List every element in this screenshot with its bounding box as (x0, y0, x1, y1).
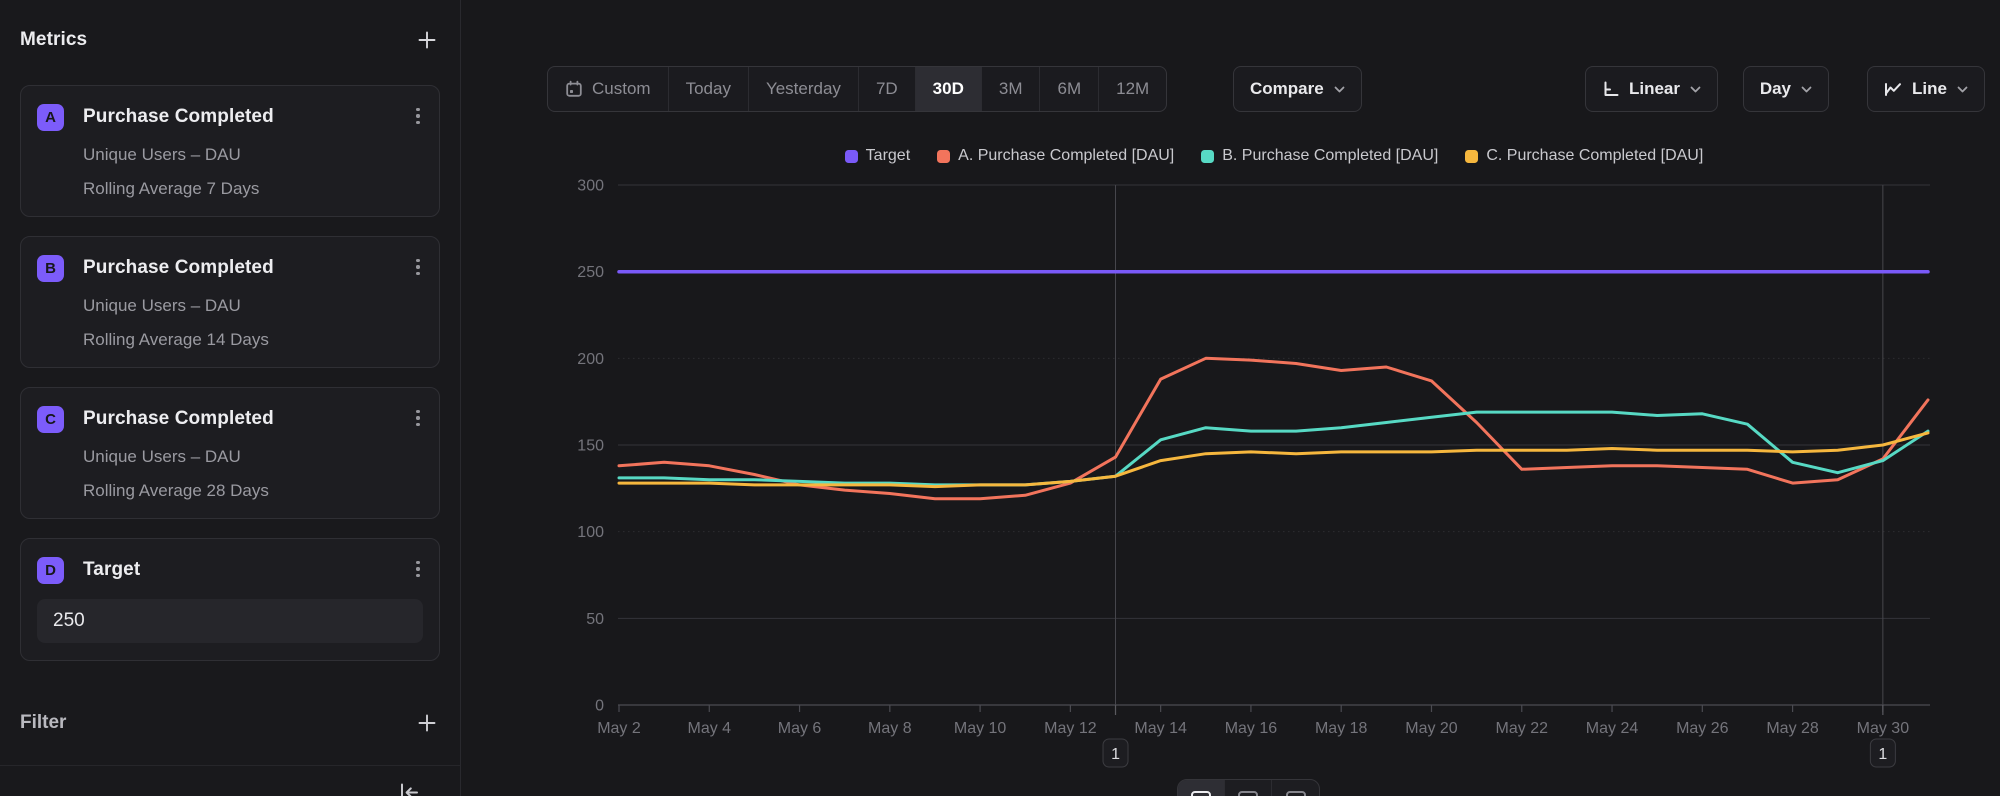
metric-card-a[interactable]: A Purchase Completed Unique Users – DAU R… (20, 85, 440, 217)
metric-options-button[interactable] (409, 556, 427, 582)
x-tick-label: May 20 (1405, 720, 1458, 737)
metric-card-c[interactable]: C Purchase Completed Unique Users – DAU R… (20, 387, 440, 519)
x-tick-label: May 16 (1225, 720, 1278, 737)
plus-icon (416, 29, 438, 51)
table-view-icon (1238, 791, 1258, 796)
y-tick-label: 50 (586, 611, 604, 628)
add-filter-button[interactable] (414, 710, 440, 736)
metric-detail: Unique Users – DAU (83, 144, 423, 165)
metrics-title: Metrics (20, 29, 87, 51)
x-tick-label: May 6 (778, 720, 822, 737)
kebab-icon (416, 410, 419, 413)
metric-detail: Rolling Average 28 Days (83, 480, 423, 501)
metric-name: Purchase Completed (83, 408, 274, 430)
metric-name: Purchase Completed (83, 257, 274, 279)
chart-view-button[interactable] (1178, 780, 1225, 796)
metric-name: Target (83, 559, 140, 581)
collapse-sidebar-button[interactable] (395, 779, 422, 796)
annotation-badge-label: 1 (1878, 746, 1887, 763)
metric-letter-badge: A (37, 104, 64, 131)
chart-panel: CustomTodayYesterday7D30D3M6M12M Compare… (461, 0, 2000, 796)
x-tick-label: May 10 (954, 720, 1007, 737)
filter-title: Filter (20, 712, 66, 734)
metric-card-header: B Purchase Completed (37, 254, 423, 282)
metric-card-b[interactable]: B Purchase Completed Unique Users – DAU R… (20, 236, 440, 368)
sidebar-divider (0, 765, 460, 766)
y-tick-label: 150 (577, 438, 604, 455)
y-tick-label: 200 (577, 351, 604, 368)
series-line-2 (619, 412, 1928, 485)
y-tick-label: 0 (595, 698, 604, 715)
metric-card-header: C Purchase Completed (37, 405, 423, 433)
plus-icon (416, 712, 438, 734)
metric-options-button[interactable] (409, 103, 427, 129)
table-view-button[interactable] (1225, 780, 1272, 796)
x-tick-label: May 2 (597, 720, 641, 737)
metric-letter-badge: C (37, 406, 64, 433)
expand-view-icon (1286, 791, 1306, 796)
target-value-input[interactable] (37, 599, 423, 643)
kebab-icon (416, 108, 419, 111)
kebab-icon (416, 561, 419, 564)
x-tick-label: May 22 (1496, 720, 1549, 737)
expand-view-button[interactable] (1272, 780, 1319, 796)
x-tick-label: May 24 (1586, 720, 1639, 737)
x-tick-label: May 28 (1766, 720, 1819, 737)
x-tick-label: May 8 (868, 720, 912, 737)
y-tick-label: 100 (577, 524, 604, 541)
x-tick-label: May 18 (1315, 720, 1368, 737)
x-tick-label: May 12 (1044, 720, 1097, 737)
annotation-badge-label: 1 (1111, 746, 1120, 763)
x-tick-label: May 4 (687, 720, 731, 737)
collapse-sidebar-icon (397, 781, 420, 796)
metrics-header: Metrics (20, 24, 440, 56)
metric-options-button[interactable] (409, 254, 427, 280)
filter-header: Filter (20, 708, 440, 738)
metric-detail: Rolling Average 14 Days (83, 329, 423, 350)
x-tick-label: May 30 (1857, 720, 1910, 737)
metric-card-d[interactable]: D Target (20, 538, 440, 661)
series-line-1 (619, 358, 1928, 498)
metric-card-header: D Target (37, 556, 423, 584)
y-tick-label: 300 (577, 178, 604, 195)
kebab-icon (416, 259, 419, 262)
metric-detail: Rolling Average 7 Days (83, 178, 423, 199)
view-switch-control (1177, 779, 1320, 796)
x-tick-label: May 26 (1676, 720, 1729, 737)
chart-view-icon (1191, 791, 1211, 796)
metric-name: Purchase Completed (83, 106, 274, 128)
metrics-sidebar: Metrics A Purchase Completed Unique User… (0, 0, 461, 796)
metric-letter-badge: B (37, 255, 64, 282)
metric-options-button[interactable] (409, 405, 427, 431)
metric-detail: Unique Users – DAU (83, 446, 423, 467)
metric-card-header: A Purchase Completed (37, 103, 423, 131)
metric-letter-badge: D (37, 557, 64, 584)
y-tick-label: 250 (577, 264, 604, 281)
x-tick-label: May 14 (1134, 720, 1187, 737)
add-metric-button[interactable] (414, 27, 440, 53)
metric-detail: Unique Users – DAU (83, 295, 423, 316)
series-line-3 (619, 433, 1928, 487)
line-chart[interactable]: 0 50 100 150 200 250 300 May 2 May 4 May 6 May 8 Ma… (461, 0, 2000, 796)
